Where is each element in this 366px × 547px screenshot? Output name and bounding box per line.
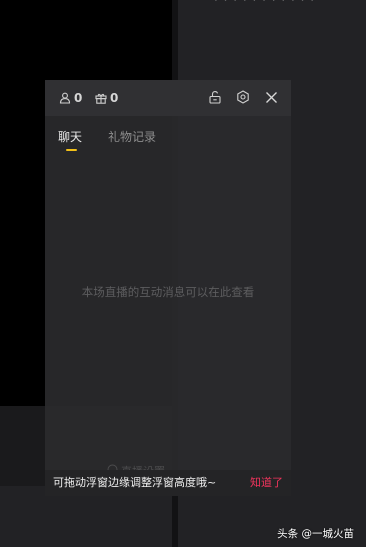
unlock-icon xyxy=(208,89,222,108)
chat-empty-message: 本场直播的互动消息可以在此查看 xyxy=(81,285,255,299)
gift-count-value: 0 xyxy=(110,91,119,105)
active-tab-indicator xyxy=(66,149,77,151)
top-cut-text: · · · · · · · · · · · xyxy=(214,0,316,7)
close-icon xyxy=(265,89,278,108)
close-button[interactable] xyxy=(262,89,280,107)
float-window-header[interactable]: 0 0 xyxy=(45,80,291,116)
tab-gift-records[interactable]: 礼物记录 xyxy=(108,129,156,145)
person-icon xyxy=(59,92,71,104)
gift-icon xyxy=(95,92,107,104)
watermark: 头条 @一城火苗 xyxy=(277,528,354,540)
resize-tip-message: 可拖动浮窗边缘调整浮窗高度哦~ xyxy=(53,476,217,489)
chat-float-window[interactable]: 0 0 聊天 礼物记录 本场直播的互动消息可以在此查看 可拖动浮窗边缘调整浮窗高… xyxy=(45,80,291,496)
tab-chat[interactable]: 聊天 xyxy=(58,129,82,145)
viewer-count: 0 xyxy=(59,90,82,106)
lock-button[interactable] xyxy=(206,89,224,107)
settings-icon xyxy=(236,89,250,108)
gift-count: 0 xyxy=(95,90,118,106)
settings-button[interactable] xyxy=(234,89,252,107)
got-it-button[interactable]: 知道了 xyxy=(250,474,283,490)
viewer-count-value: 0 xyxy=(74,91,83,105)
resize-tip-bar: 可拖动浮窗边缘调整浮窗高度哦~ 知道了 xyxy=(45,470,291,496)
